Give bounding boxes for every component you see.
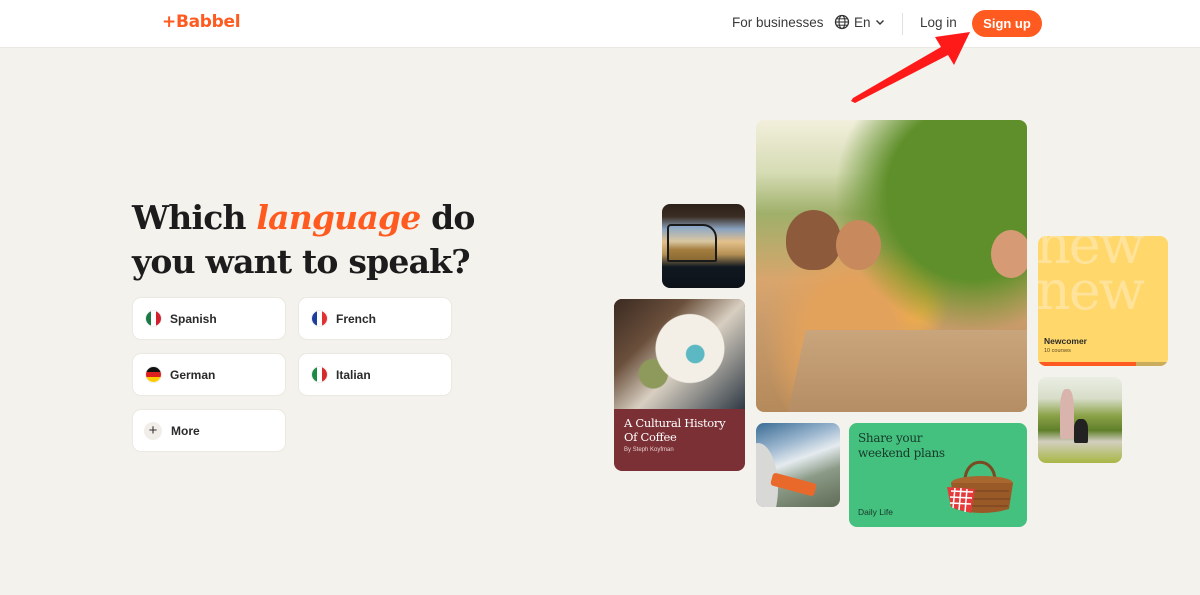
- language-option-italian[interactable]: Italian: [298, 353, 452, 396]
- nav-divider: [902, 13, 903, 35]
- italy-flag-icon: [312, 367, 327, 382]
- cafe-table-photo: [614, 299, 745, 409]
- picnic-basket-icon: [947, 460, 1013, 513]
- coffee-article-card[interactable]: A Cultural History Of Coffee By Steph Ko…: [614, 299, 745, 471]
- language-option-more[interactable]: + More: [132, 409, 286, 452]
- language-label: French: [336, 311, 377, 326]
- newcomer-progress-fill: [1038, 362, 1136, 366]
- babbel-logo[interactable]: +Babbel: [162, 12, 241, 32]
- language-option-french[interactable]: French: [298, 297, 452, 340]
- coffee-title-line2: Of Coffee: [624, 430, 677, 444]
- garden-photo: [1038, 377, 1122, 463]
- language-option-german[interactable]: German: [132, 353, 286, 396]
- language-label: German: [170, 367, 216, 382]
- headline-accent: language: [256, 198, 421, 237]
- language-label: More: [171, 423, 200, 438]
- newcomer-course-card[interactable]: new new Newcomer 10 courses: [1038, 236, 1168, 366]
- coffee-card-title: A Cultural History Of Coffee: [624, 416, 726, 444]
- headline-line2: you want to speak?: [132, 242, 471, 281]
- newcomer-course-count: 10 courses: [1044, 348, 1071, 354]
- daily-card-title: Share your weekend plans: [858, 431, 945, 460]
- language-label: Italian: [336, 367, 371, 382]
- daily-life-card[interactable]: Share your weekend plans Daily Life: [849, 423, 1027, 527]
- france-flag-icon: [312, 311, 327, 326]
- germany-flag-icon: [146, 367, 161, 382]
- plus-icon: +: [144, 421, 162, 440]
- signup-button[interactable]: Sign up: [972, 10, 1042, 37]
- language-label: Spanish: [170, 311, 217, 326]
- headline-mid: do: [420, 198, 475, 237]
- mexico-flag-icon: [146, 311, 161, 326]
- coffee-title-line1: A Cultural History: [624, 416, 726, 430]
- top-navigation-bar: +Babbel For businesses En Log in Sign up: [0, 0, 1200, 48]
- coffee-card-author: By Steph Koyfman: [624, 447, 674, 453]
- newcomer-title: Newcomer: [1044, 336, 1087, 346]
- hero-headline: Which language do you want to speak?: [132, 196, 475, 284]
- friends-toasting-photo: [756, 120, 1027, 412]
- headline-prefix: Which: [132, 198, 257, 237]
- globe-icon: [834, 14, 850, 30]
- newcomer-progress-bar: [1038, 362, 1168, 366]
- newcomer-decorative-text: new new: [1038, 236, 1145, 318]
- language-selector[interactable]: En: [834, 14, 885, 30]
- login-link[interactable]: Log in: [920, 15, 957, 30]
- ghost-text-2: new: [1038, 259, 1145, 322]
- daily-title-line2: weekend plans: [858, 445, 945, 460]
- daily-title-line1: Share your: [858, 431, 923, 445]
- language-value: En: [854, 14, 871, 30]
- airplane-window-photo: [756, 423, 840, 507]
- car-window-photo: [662, 204, 745, 288]
- language-option-spanish[interactable]: Spanish: [132, 297, 286, 340]
- daily-card-category: Daily Life: [858, 507, 893, 517]
- for-businesses-link[interactable]: For businesses: [732, 15, 824, 30]
- chevron-down-icon: [875, 20, 884, 25]
